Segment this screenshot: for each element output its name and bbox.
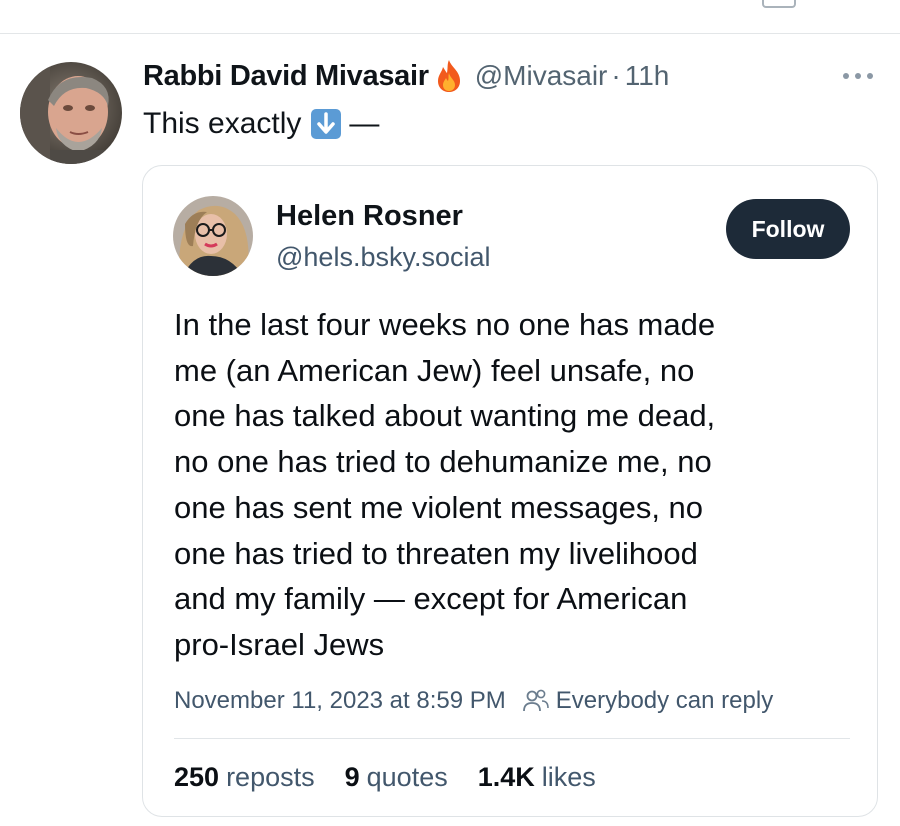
quoted-author-name[interactable]: Helen Rosner	[276, 200, 463, 233]
partial-icon[interactable]	[762, 0, 796, 8]
tweet-text-suffix: —	[349, 107, 380, 140]
likes-label: likes	[541, 762, 596, 792]
separator-dot: ·	[611, 60, 621, 91]
post-meta: November 11, 2023 at 8:59 PM Everybody c…	[174, 684, 773, 718]
more-options-icon[interactable]	[840, 66, 876, 86]
likes-count: 1.4K	[477, 762, 535, 792]
author-name[interactable]: Rabbi David Mivasair	[143, 60, 429, 93]
top-divider	[0, 33, 900, 34]
reposts-stat[interactable]: 250 reposts	[174, 762, 315, 793]
body-line: me (an American Jew) feel unsafe, no	[174, 352, 695, 388]
quoted-post-body: In the last four weeks no one has made m…	[174, 302, 864, 668]
reply-setting: Everybody can reply	[555, 687, 774, 714]
likes-stat[interactable]: 1.4K likes	[478, 762, 596, 793]
follow-button[interactable]: Follow	[726, 199, 850, 259]
body-line: one has sent me violent messages, no	[174, 489, 704, 525]
timestamp[interactable]: 11h	[625, 60, 670, 92]
body-line: pro-Israel Jews	[174, 626, 385, 662]
fire-icon	[433, 59, 465, 93]
quotes-label: quotes	[366, 762, 448, 792]
body-line: and my family — except for American	[174, 581, 688, 617]
tweet-text-content: This exactly	[143, 107, 302, 140]
quotes-stat[interactable]: 9 quotes	[345, 762, 448, 793]
post-stats: 250 reposts 9 quotes 1.4K likes	[174, 762, 626, 793]
body-line: no one has tried to dehumanize me, no	[174, 444, 712, 480]
quotes-count: 9	[344, 762, 360, 792]
tweet-header: Rabbi David Mivasair @Mivasair · 11h	[143, 56, 669, 96]
body-line: In the last four weeks no one has made	[174, 307, 716, 342]
body-line: one has tried to threaten my livelihood	[174, 535, 698, 571]
quoted-author-handle[interactable]: @hels.bsky.social	[276, 242, 490, 273]
quoted-post-card[interactable]: Helen Rosner @hels.bsky.social Follow In…	[142, 165, 878, 817]
avatar[interactable]	[20, 62, 122, 164]
author-handle[interactable]: @Mivasair	[475, 60, 608, 92]
tweet-text: This exactly —	[143, 104, 379, 144]
arrow-down-icon	[311, 109, 342, 139]
quoted-author-avatar[interactable]	[173, 196, 253, 276]
card-divider	[174, 738, 850, 739]
reposts-label: reposts	[226, 762, 315, 792]
people-icon	[522, 688, 550, 714]
body-line: one has talked about wanting me dead,	[174, 398, 716, 434]
reposts-count: 250	[174, 762, 220, 792]
post-timestamp[interactable]: November 11, 2023 at 8:59 PM	[174, 687, 506, 715]
